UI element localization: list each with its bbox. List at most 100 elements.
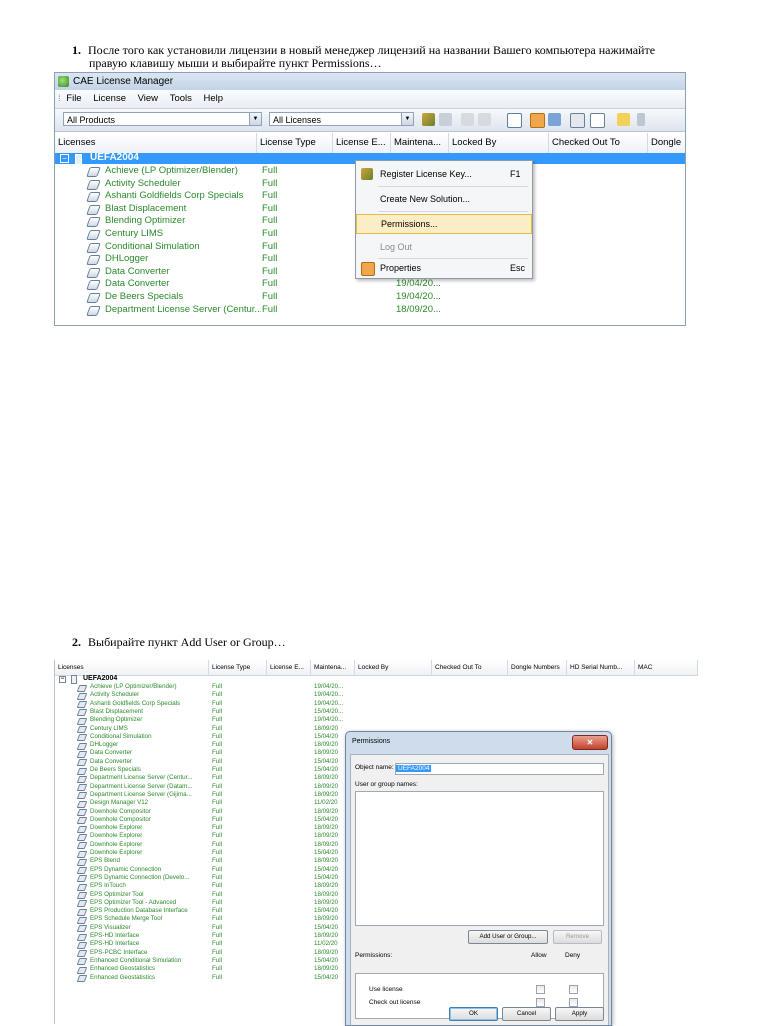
license-name: Department License Server (Gijima... (90, 790, 192, 798)
column-dongle[interactable]: Dongle (648, 133, 685, 153)
computer-icon (75, 154, 82, 165)
license-type: Full (262, 165, 278, 176)
license-name: EPS Dynamic Connection (Develo... (90, 873, 190, 881)
license-name: Ashanti Goldfields Corp Specials (90, 699, 181, 707)
checkout-icon[interactable] (461, 113, 474, 126)
license-type: Full (212, 757, 222, 765)
license-row[interactable]: Data Converter Full 19/04/20... (55, 278, 685, 291)
maintenance-date: 19/04/20... (396, 291, 441, 302)
cancel-button[interactable]: Cancel (502, 1007, 551, 1021)
license-name: Data Converter (105, 278, 170, 290)
object-name-field[interactable]: UEFA2004 (395, 763, 604, 775)
menu-item-create-new-solution[interactable]: Create New Solution... (356, 188, 532, 210)
maintenance-date: 15/04/20 (314, 766, 339, 773)
license-row[interactable]: Activity Scheduler Full 19/04/20... (55, 691, 698, 700)
column-license-type[interactable]: License Type (257, 133, 333, 153)
checkin-icon[interactable] (478, 113, 491, 126)
help-icon[interactable] (617, 113, 630, 126)
license-row[interactable]: Ashanti Goldfields Corp Specials Full 19/0… (55, 699, 698, 709)
column-locked-by[interactable]: Locked By (449, 133, 549, 153)
license-type: Full (212, 956, 222, 964)
panel-icon[interactable] (590, 113, 605, 128)
license-name: EPS Optimizer Tool (90, 890, 144, 898)
context-menu: Register License Key... F1 Create New So… (355, 160, 533, 279)
use-license-allow-checkbox[interactable] (536, 985, 545, 994)
check-out-allow-checkbox[interactable] (536, 998, 545, 1007)
license-icon (86, 255, 101, 266)
key-remove-icon[interactable] (439, 113, 452, 126)
license-name: EPS Production Database Interface (90, 907, 188, 915)
license-name: Data Converter (105, 265, 170, 277)
maintenance-date: 15/04/20 (314, 732, 339, 740)
maintenance-date: 18/09/20... (396, 303, 441, 315)
menu-license[interactable]: License (93, 93, 126, 104)
column-maintenance[interactable]: Maintena... (391, 133, 449, 153)
column-hd-serial[interactable]: HD Serial Numb... (567, 660, 635, 675)
use-license-deny-checkbox[interactable] (569, 985, 578, 994)
chevron-down-icon[interactable]: ▼ (249, 113, 261, 125)
column-checked-out-to[interactable]: Checked Out To (432, 660, 508, 675)
license-type: Full (262, 228, 278, 239)
menu-file[interactable]: File (66, 93, 81, 104)
users-list[interactable] (355, 791, 604, 926)
key-icon (361, 168, 373, 180)
refresh-icon[interactable] (507, 113, 522, 128)
license-type: Full (212, 790, 222, 798)
close-button[interactable]: ✕ (572, 735, 608, 750)
column-locked-by[interactable]: Locked By (355, 660, 432, 675)
menu-item-label: Register License Key... (380, 169, 472, 179)
chevron-down-icon[interactable]: ▼ (401, 113, 413, 125)
toolbar-overflow-icon[interactable] (637, 113, 645, 126)
menu-tools[interactable]: Tools (170, 93, 192, 104)
column-license-expiry[interactable]: License E... (267, 660, 311, 675)
column-mac[interactable]: MAC (635, 660, 698, 675)
license-name: EPS Visualizer (90, 923, 131, 931)
license-grid-header: Licenses License Type License E... Maint… (55, 133, 685, 154)
column-checked-out-to[interactable]: Checked Out To (549, 133, 648, 153)
license-type: Full (262, 190, 278, 202)
license-name: EPS-HD Interface (90, 932, 140, 939)
key-icon[interactable] (422, 113, 435, 126)
step-2-text: 2. Выбирайте пункт Add User or Group… (72, 636, 286, 649)
grid-icon[interactable] (570, 113, 585, 128)
license-row[interactable]: Achieve (LP Optimizer/Blender) Full 19/04/… (55, 683, 698, 692)
license-icon (86, 179, 101, 190)
menu-item-permissions[interactable]: Permissions... (356, 214, 532, 234)
remove-button[interactable]: Remove (553, 930, 602, 944)
collapse-icon[interactable]: − (59, 676, 66, 683)
menu-help[interactable]: Help (204, 93, 224, 104)
maintenance-date: 15/04/20... (314, 707, 344, 715)
maintenance-date: 18/09/20 (314, 749, 339, 757)
apply-button[interactable]: Apply (555, 1007, 604, 1021)
collapse-icon[interactable]: − (60, 154, 69, 163)
toolbar: All Products ▼ All Licenses ▼ (55, 109, 685, 132)
licenses-filter-select[interactable]: All Licenses ▼ (269, 112, 414, 126)
license-row[interactable]: Department License Server (Centur... Full… (55, 304, 685, 317)
maintenance-date: 19/04/20... (314, 716, 344, 724)
menu-item-log-out[interactable]: Log Out (356, 236, 532, 258)
menu-item-properties[interactable]: Properties Esc (356, 257, 532, 279)
column-maintenance[interactable]: Maintena... (311, 660, 355, 675)
products-filter-select[interactable]: All Products ▼ (63, 112, 262, 126)
menu-view[interactable]: View (138, 93, 158, 104)
ok-button[interactable]: OK (449, 1007, 498, 1021)
computer-name: UEFA2004 (83, 675, 118, 682)
column-dongle-numbers[interactable]: Dongle Numbers (508, 660, 567, 675)
check-out-deny-checkbox[interactable] (569, 998, 578, 1007)
add-user-or-group-button[interactable]: Add User or Group... (468, 930, 548, 944)
column-license-type[interactable]: License Type (209, 660, 267, 675)
permissions-icon[interactable] (530, 113, 545, 128)
menu-item-register-license-key[interactable]: Register License Key... F1 (356, 163, 532, 185)
column-licenses[interactable]: Licenses (55, 660, 209, 675)
license-row[interactable]: De Beers Specials Full 19/04/20... (55, 291, 685, 304)
maintenance-date: 15/04/20 (314, 757, 339, 765)
license-row[interactable]: Blending Optimizer Full 19/04/20... (55, 716, 698, 725)
maintenance-date: 18/09/20 (314, 824, 339, 832)
column-licenses[interactable]: Licenses (55, 133, 257, 153)
export-icon[interactable] (548, 113, 561, 126)
license-type: Full (212, 898, 222, 906)
license-type: Full (212, 890, 222, 898)
column-license-expiry[interactable]: License E... (333, 133, 391, 153)
license-row[interactable]: Blast Displacement Full 15/04/20... (55, 707, 698, 717)
license-grid-header: Licenses License Type License E... Maint… (55, 660, 698, 676)
